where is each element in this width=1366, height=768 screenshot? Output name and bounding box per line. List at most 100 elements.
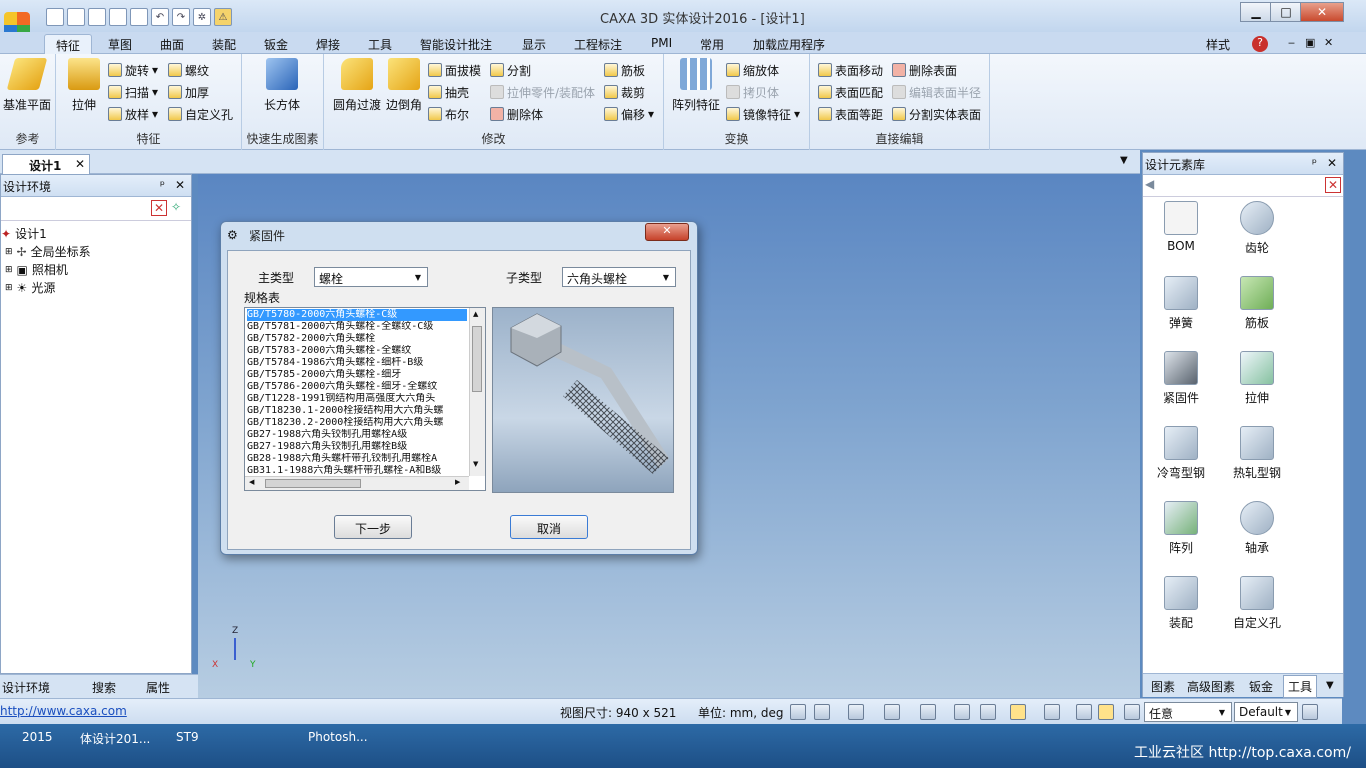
close-icon[interactable]: ✕ [1300, 2, 1344, 22]
gear-icon[interactable]: ✲ [193, 8, 211, 26]
list-item[interactable]: GB27-1988六角头铰制孔用螺栓B级 [247, 441, 467, 453]
expand-icon[interactable]: ⊞ [5, 247, 13, 257]
list-item[interactable]: GB/T5785-2000六角头螺栓-细牙 [247, 369, 467, 381]
hand-tool-icon[interactable] [1076, 704, 1092, 720]
delete-face-button[interactable]: 删除表面 [892, 60, 957, 80]
library-item-fastener[interactable]: 紧固件 [1151, 351, 1211, 406]
taskbar-item[interactable]: Photosh... [308, 730, 368, 744]
new-icon[interactable] [46, 8, 64, 26]
minimize-icon[interactable]: ▁ [1240, 2, 1272, 22]
library-item-cold-formed-steel[interactable]: 冷弯型钢 [1151, 426, 1211, 481]
library-item-rib[interactable]: 筋板 [1227, 276, 1287, 331]
tab-list-dropdown-icon[interactable]: ▼ [1120, 155, 1128, 166]
list-item[interactable]: GB/T5783-2000六角头螺栓-全螺纹 [247, 345, 467, 357]
thicken-button[interactable]: 加厚 [168, 82, 209, 102]
hscroll-thumb[interactable] [265, 479, 361, 488]
tab-sheetmetal-lib[interactable]: 钣金 [1249, 678, 1273, 695]
list-item[interactable]: GB/T5781-2000六角头螺栓-全螺纹-C级 [247, 321, 467, 333]
pointer-icon[interactable] [1124, 704, 1140, 720]
taskbar-item[interactable]: 体设计201... [80, 730, 150, 747]
pin-icon[interactable]: ᵖ [160, 178, 165, 192]
tab-properties[interactable]: 属性 [146, 679, 170, 696]
tree-item-global-axes[interactable]: ⊞ ✢ 全局坐标系 [5, 243, 91, 260]
fillet-button[interactable]: 圆角过渡 [330, 58, 384, 113]
taskbar-item[interactable]: ST9 [176, 730, 199, 744]
standard-view-icon[interactable] [884, 704, 900, 720]
main-type-select[interactable]: 螺栓 ▼ [314, 267, 428, 287]
taskbar-item[interactable]: 2015 [22, 730, 53, 744]
pin-icon[interactable]: ᵖ [1312, 156, 1317, 170]
base-plane-button[interactable]: 基准平面 [2, 58, 52, 113]
expand-icon[interactable]: ⊞ [5, 265, 13, 275]
split-button[interactable]: 分割 [490, 60, 531, 80]
copy-body-button[interactable]: 拷贝体 [726, 82, 779, 102]
tab-display[interactable]: 显示 [522, 34, 546, 54]
ribbon-minimize-icon[interactable]: ‒ [1288, 34, 1295, 54]
list-item[interactable]: GB/T5780-2000六角头螺栓-C级 [247, 309, 467, 321]
cancel-button[interactable]: 取消 [510, 515, 588, 539]
back-arrow-icon[interactable]: ◀ [1145, 177, 1154, 191]
shading-icon[interactable] [954, 704, 970, 720]
close-panel-icon[interactable]: ✕ [1327, 156, 1337, 170]
save-icon[interactable] [130, 8, 148, 26]
shell-button[interactable]: 抽壳 [428, 82, 469, 102]
tab-feature[interactable]: 特征 [44, 34, 92, 54]
library-item-bom[interactable]: BOM [1151, 201, 1211, 253]
close-panel-icon[interactable]: ✕ [175, 178, 185, 192]
match-face-button[interactable]: 表面匹配 [818, 82, 883, 102]
selection-filter-select[interactable]: 任意 ▼ [1144, 702, 1232, 722]
equidistant-face-button[interactable]: 表面等距 [818, 104, 883, 124]
tree-item-camera[interactable]: ⊞ ▣ 照相机 [5, 261, 68, 278]
loft-button[interactable]: 放样 ▾ [108, 104, 158, 124]
undo-icon[interactable]: ↶ [151, 8, 169, 26]
doc-tab-design1[interactable]: 设计1 ✕ [2, 154, 90, 174]
expand-icon[interactable]: ⊞ [5, 283, 13, 293]
glasses-icon[interactable] [980, 704, 996, 720]
list-item[interactable]: GB/T1228-1991钢结构用高强度大六角头 [247, 393, 467, 405]
array-feature-button[interactable]: 阵列特征 [668, 58, 724, 113]
scale-body-button[interactable]: 缩放体 [726, 60, 779, 80]
tab-tools-lib[interactable]: 工具 [1283, 675, 1318, 698]
spec-list[interactable]: GB/T5780-2000六角头螺栓-C级 GB/T5781-2000六角头螺栓… [244, 307, 486, 491]
boolean-button[interactable]: 布尔 [428, 104, 469, 124]
tab-primitives[interactable]: 图素 [1151, 678, 1175, 695]
library-item-spring[interactable]: 弹簧 [1151, 276, 1211, 331]
ribbon-close-icon[interactable]: ✕ [1324, 34, 1333, 54]
ribbon-restore-icon[interactable]: ▣ [1305, 34, 1315, 54]
thread-button[interactable]: 螺纹 [168, 60, 209, 80]
split-face-button[interactable]: 分割实体表面 [892, 104, 981, 124]
view-orientation-icon[interactable] [848, 704, 864, 720]
style-menu[interactable]: 样式 [1206, 34, 1230, 54]
display-mode-icon[interactable] [920, 704, 936, 720]
stretch-part-button[interactable]: 拉伸零件/装配体 [490, 82, 595, 102]
scroll-down-icon[interactable]: ▼ [473, 460, 478, 468]
open-icon[interactable] [67, 8, 85, 26]
next-button[interactable]: 下一步 [334, 515, 412, 539]
horizontal-scrollbar[interactable]: ◀ ▶ [245, 476, 469, 490]
scroll-thumb[interactable] [472, 326, 482, 392]
section-view-icon[interactable] [1010, 704, 1026, 720]
caxa-url-link[interactable]: http://www.caxa.com [0, 704, 127, 718]
draft-button[interactable]: 面拔模 [428, 60, 481, 80]
list-item[interactable]: GB/T5782-2000六角头螺栓 [247, 333, 467, 345]
library-item-array[interactable]: 阵列 [1151, 501, 1211, 556]
list-item[interactable]: GB/T18230.2-2000栓接结构用大六角头螺 [247, 417, 467, 429]
scroll-up-icon[interactable]: ▲ [473, 310, 478, 318]
scroll-right-icon[interactable]: ▶ [455, 478, 460, 486]
layout-icon[interactable] [1302, 704, 1318, 720]
library-item-extrude[interactable]: 拉伸 [1227, 351, 1287, 406]
chamfer-button[interactable]: 边倒角 [384, 58, 424, 113]
library-item-bearing[interactable]: 轴承 [1227, 501, 1287, 556]
list-item[interactable]: GB/T5786-2000六角头螺栓-细牙-全螺纹 [247, 381, 467, 393]
template-icon[interactable] [88, 8, 106, 26]
scroll-left-icon[interactable]: ◀ [249, 478, 254, 486]
style-select[interactable]: Default ▼ [1234, 702, 1298, 722]
zoom-icon[interactable] [790, 704, 806, 720]
render-icon[interactable] [1044, 704, 1060, 720]
library-tabs-menu-icon[interactable]: ▼ [1326, 680, 1334, 691]
tab-advanced-primitives[interactable]: 高级图素 [1187, 678, 1235, 695]
library-item-hot-rolled-steel[interactable]: 热轧型钢 [1227, 426, 1287, 481]
tab-tools[interactable]: 工具 [368, 34, 392, 54]
offset-button[interactable]: 偏移 ▾ [604, 104, 654, 124]
redo-icon[interactable]: ↷ [172, 8, 190, 26]
